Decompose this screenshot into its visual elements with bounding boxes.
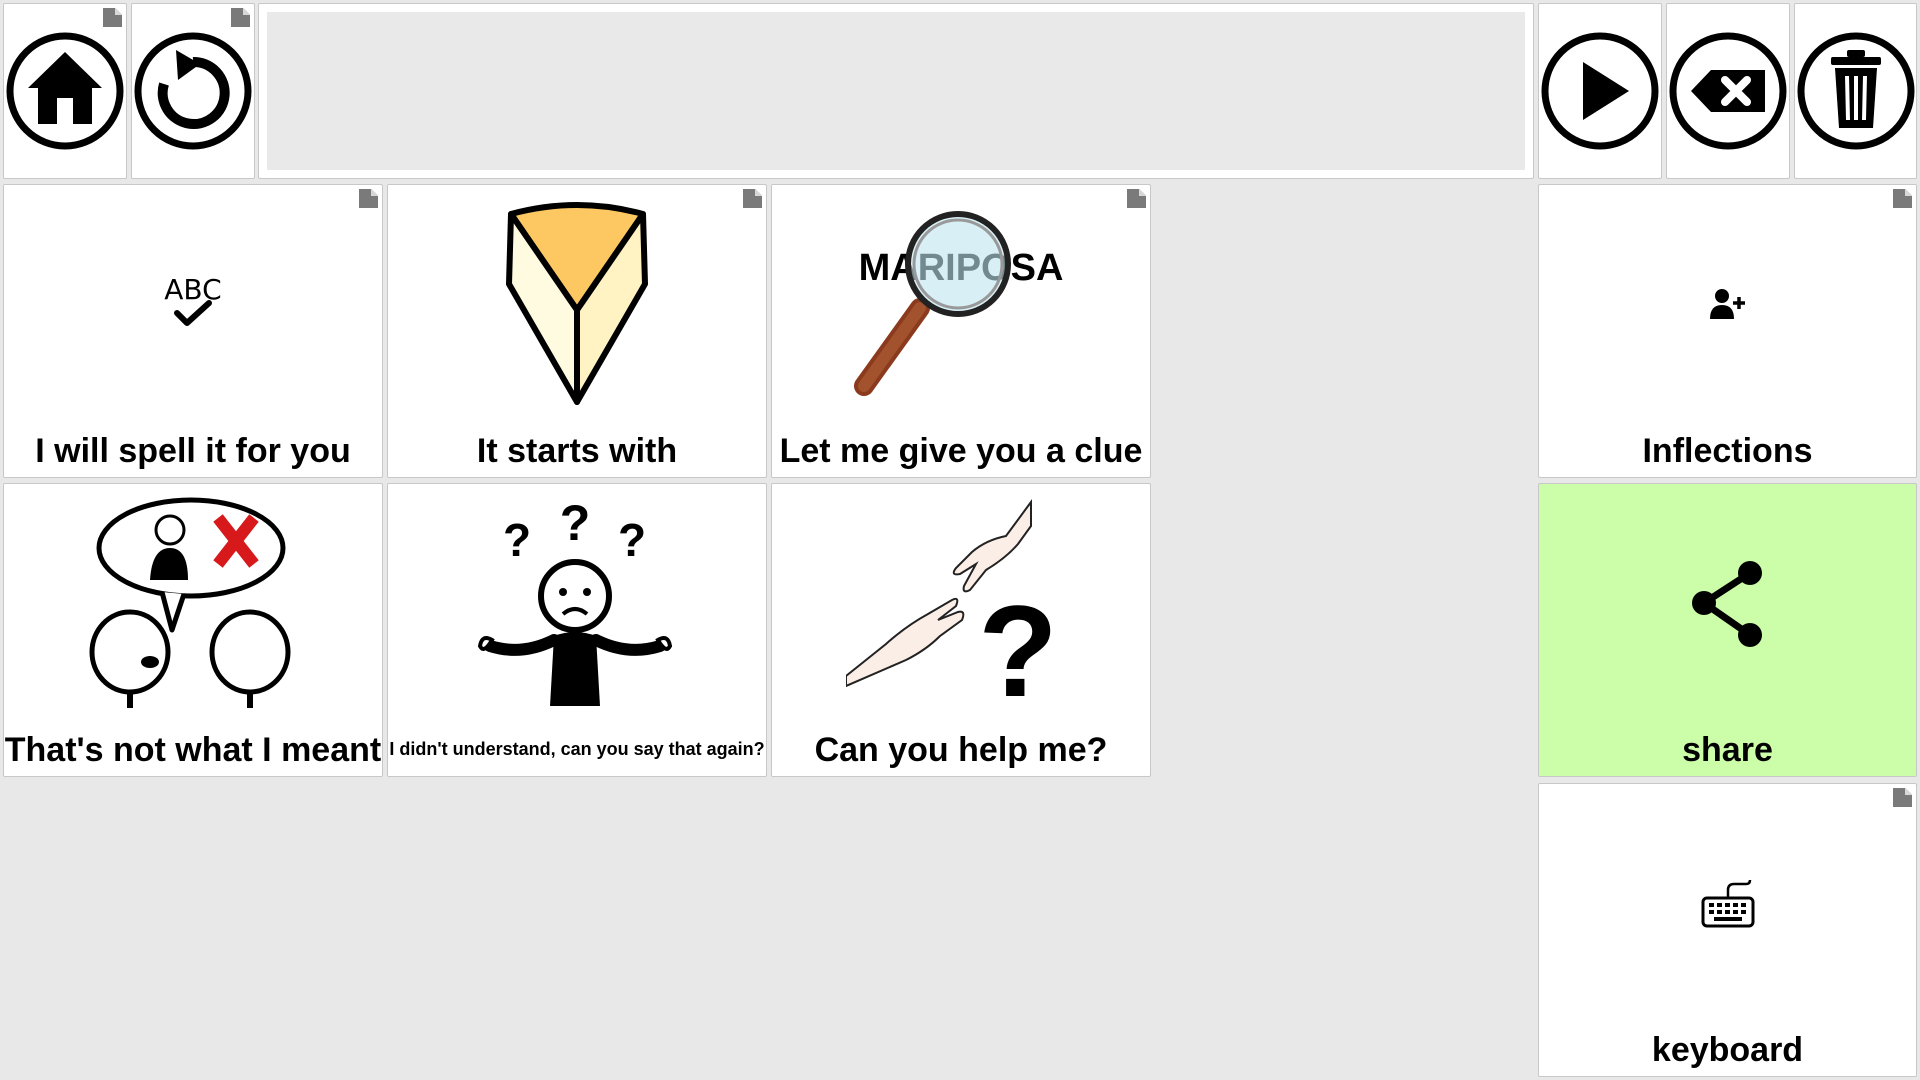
cell-label: Can you help me? [814, 731, 1108, 769]
magnifier-icon: MARIPOSA [854, 210, 1063, 396]
clue-tile[interactable]: MARIPOSA Let me give you a clue [771, 184, 1151, 478]
inflections-tile[interactable]: Inflections [1538, 184, 1917, 478]
cell-label: Inflections [1642, 432, 1813, 470]
cell-label: I will spell it for you [35, 432, 351, 470]
not-what-i-meant-tile[interactable]: That's not what I meant [3, 483, 383, 777]
backspace-button[interactable] [1666, 3, 1790, 179]
svg-text:?: ? [560, 496, 591, 551]
add-person-icon [1709, 288, 1745, 319]
cell-label: keyboard [1651, 1031, 1804, 1069]
svg-text:?: ? [618, 514, 646, 566]
undo-icon [134, 32, 252, 150]
backspace-icon [1669, 32, 1787, 150]
wedge-icon [506, 201, 648, 405]
cell-label: It starts with [476, 432, 678, 470]
keyboard-tile[interactable]: keyboard [1538, 783, 1917, 1077]
cell-label: Let me give you a clue [779, 432, 1143, 470]
keyboard-icon [1701, 879, 1754, 927]
help-me-tile[interactable]: ? Can you help me? [771, 483, 1151, 777]
message-text[interactable] [267, 12, 1525, 170]
svg-text:?: ? [978, 578, 1057, 711]
not-meant-icon [89, 497, 291, 708]
folder-corner-icon [103, 8, 122, 27]
message-bar[interactable] [258, 3, 1534, 179]
speak-button[interactable] [1538, 3, 1662, 179]
spell-it-tile[interactable]: ABC I will spell it for you [3, 184, 383, 478]
confused-person-icon: ? ? ? [477, 496, 673, 706]
cell-label: I didn't understand, can you say that ag… [389, 739, 765, 759]
clear-button[interactable] [1794, 3, 1917, 179]
share-icon [1691, 560, 1762, 647]
help-hands-icon: ? [846, 498, 1058, 711]
share-tile[interactable]: share [1538, 483, 1917, 777]
didnt-understand-tile[interactable]: ? ? ? I didn't understand, can you say t… [387, 483, 767, 777]
it-starts-with-tile[interactable]: It starts with [387, 184, 767, 478]
trash-icon [1797, 32, 1914, 150]
abc-check-icon: ABC [164, 273, 222, 326]
svg-text:?: ? [503, 514, 531, 566]
home-icon [6, 32, 124, 150]
cell-label: That's not what I meant [4, 731, 382, 769]
svg-text:ABC: ABC [164, 273, 221, 306]
undo-button[interactable] [131, 3, 255, 179]
play-icon [1541, 32, 1659, 150]
cell-label: share [1682, 731, 1773, 769]
home-button[interactable] [3, 3, 127, 179]
folder-corner-icon [231, 8, 250, 27]
